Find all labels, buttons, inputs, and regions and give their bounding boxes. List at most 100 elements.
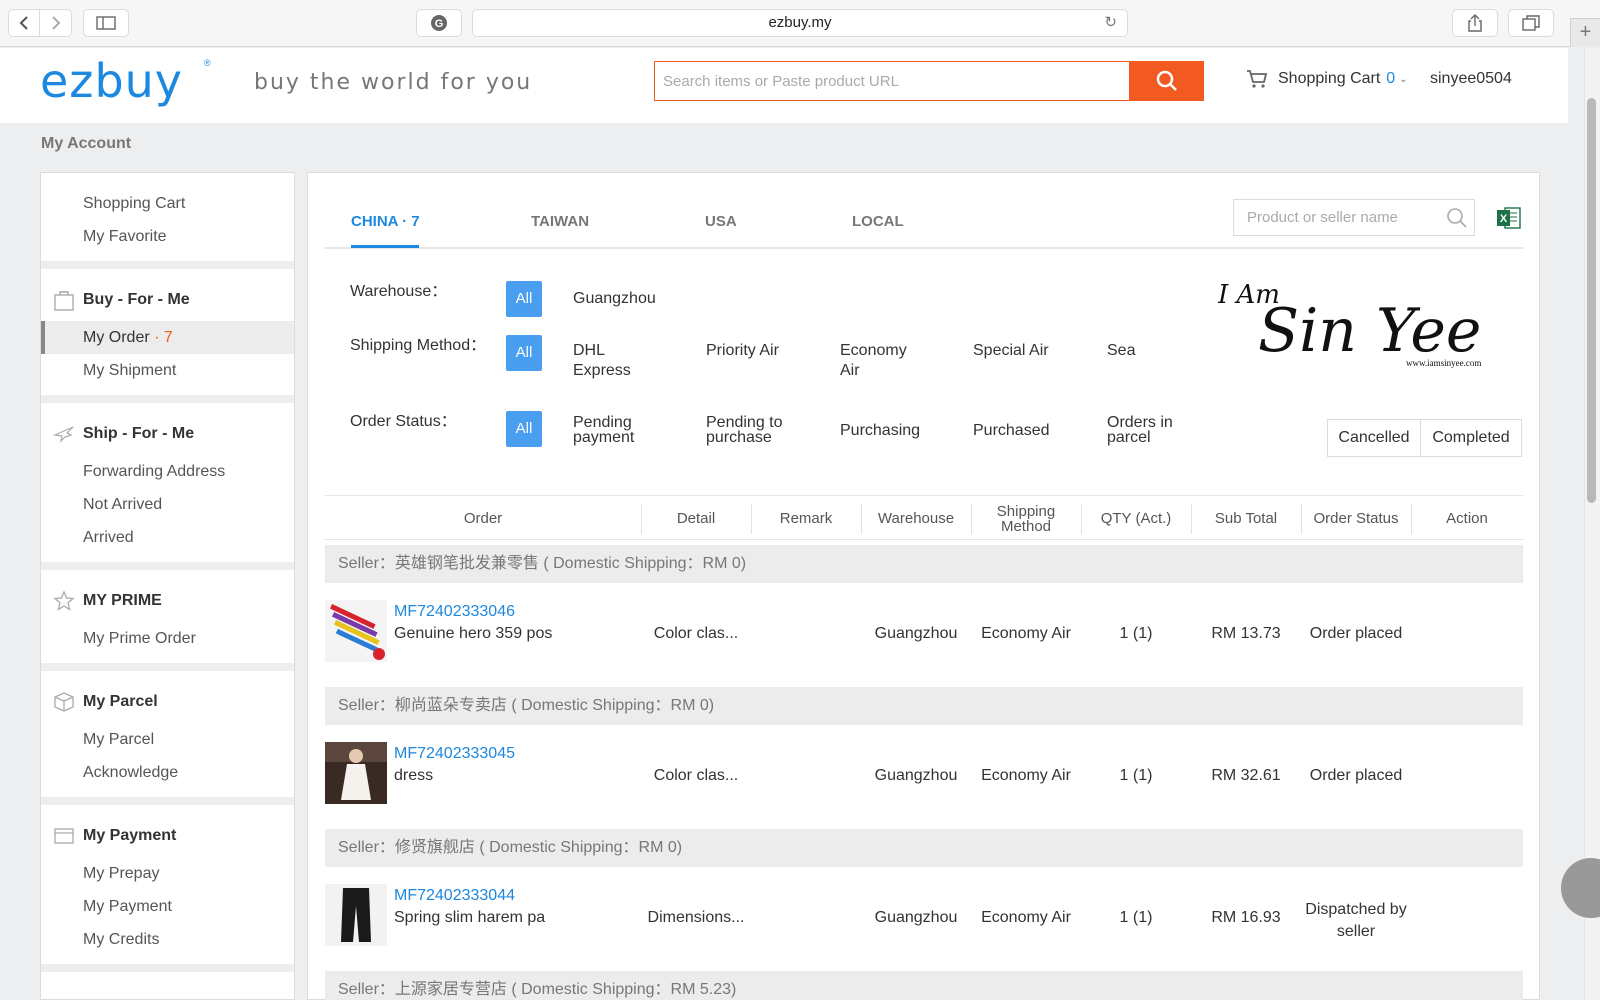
box-icon [54, 692, 74, 712]
site-icon-button[interactable]: G [416, 9, 462, 37]
order-row: MF72402333044 Spring slim harem pa Dimen… [325, 867, 1523, 971]
status-cell: Dispatched by seller [1305, 901, 1407, 940]
cart-count: 0 [1386, 70, 1396, 87]
order-id-link[interactable]: MF72402333045 [394, 745, 515, 763]
sidebar-item-label: My Order [83, 329, 150, 346]
ezbuy-logo[interactable]: ezbuy [40, 54, 183, 108]
cancelled-button[interactable]: Cancelled [1327, 419, 1421, 457]
shipping-option-dhl-express[interactable]: DHL Express [573, 341, 653, 381]
separator-dot: · [154, 329, 164, 346]
seller-row: Seller：上源家居专营店 ( Domestic Shipping：RM 5.… [325, 971, 1523, 1000]
forward-button[interactable] [40, 9, 72, 37]
shipping-all-button[interactable]: All [506, 335, 542, 371]
back-button[interactable] [8, 9, 40, 37]
status-option-orders-in-parcel[interactable]: Orders in parcel [1107, 415, 1187, 446]
browser-toolbar: G ezbuy.my ↻ + [0, 0, 1600, 47]
status-option-purchasing[interactable]: Purchasing [840, 421, 920, 441]
product-thumbnail[interactable] [325, 742, 387, 804]
tabs-overview-button[interactable] [1508, 9, 1554, 37]
order-id-link[interactable]: MF72402333044 [394, 887, 515, 905]
search-icon[interactable] [1446, 207, 1468, 229]
section-title: My Payment [83, 827, 177, 844]
status-option-pending-payment[interactable]: Pending payment [573, 415, 653, 446]
new-tab-button[interactable]: + [1570, 18, 1600, 47]
status-option-purchased[interactable]: Purchased [973, 421, 1050, 441]
registered-mark: ® [204, 58, 211, 68]
sidebar-item-my-parcel[interactable]: My Parcel [41, 723, 294, 756]
tab-china[interactable]: CHINA · 7 [351, 213, 420, 230]
search-button[interactable] [1130, 61, 1204, 101]
column-warehouse: Warehouse [877, 510, 955, 527]
product-name[interactable]: Genuine hero 359 pos [394, 625, 552, 643]
warehouse-all-button[interactable]: All [506, 281, 542, 317]
sidebar-item-not-arrived[interactable]: Not Arrived [41, 488, 294, 521]
address-bar[interactable]: ezbuy.my ↻ [472, 9, 1128, 37]
detail-cell: Dimensions... [647, 909, 745, 926]
sidebar-item-arrived[interactable]: Arrived [41, 521, 294, 554]
sidebar-item-my-favorite[interactable]: My Favorite [41, 220, 294, 253]
column-remark: Remark [779, 510, 833, 527]
signature-big-text: Sin Yee [1258, 296, 1481, 366]
svg-text:X: X [1500, 213, 1508, 225]
status-option-pending-to-purchase[interactable]: Pending to purchase [706, 415, 806, 446]
sidebar-item-my-shipment[interactable]: My Shipment [41, 354, 294, 387]
scrollbar-thumb[interactable] [1587, 98, 1596, 503]
sidebar-item-my-prime-order[interactable]: My Prime Order [41, 622, 294, 655]
svg-text:G: G [435, 18, 444, 30]
order-id-link[interactable]: MF72402333046 [394, 603, 515, 621]
section-my-prime: MY PRIME [41, 580, 294, 622]
product-name[interactable]: Spring slim harem pa [394, 909, 545, 927]
completed-button[interactable]: Completed [1420, 419, 1522, 457]
product-name[interactable]: dress [394, 767, 433, 785]
tab-taiwan[interactable]: TAIWAN [531, 213, 589, 230]
username-link[interactable]: sinyee0504 [1430, 70, 1512, 88]
shopping-cart-link[interactable]: Shopping Cart 0 ⌄ [1246, 69, 1408, 89]
status-all-button[interactable]: All [506, 411, 542, 447]
tab-local[interactable]: LOCAL [852, 213, 904, 230]
tab-usa[interactable]: USA [705, 213, 737, 230]
signature-watermark: I Am Sin Yee www.iamsinyee.com [1218, 280, 1481, 368]
shipping-option-special-air[interactable]: Special Air [973, 341, 1049, 361]
column-qty: QTY (Act.) [1100, 510, 1172, 527]
sidebar-item-acknowledge[interactable]: Acknowledge [41, 756, 294, 789]
sidebar-item-my-prepay[interactable]: My Prepay [41, 857, 294, 890]
status-cell: Order placed [1309, 767, 1403, 784]
product-search-input[interactable] [1233, 199, 1475, 236]
sidebar-item-my-order[interactable]: My Order · 7 [41, 321, 294, 354]
detail-cell: Color clas... [653, 625, 739, 642]
column-action: Action [1446, 510, 1488, 527]
order-status-label: Order Status： [350, 413, 457, 430]
shipping-option-economy-air[interactable]: Economy Air [840, 341, 920, 381]
share-button[interactable] [1452, 9, 1498, 37]
product-thumbnail[interactable] [325, 884, 387, 946]
section-ship-for-me: Ship - For - Me [41, 413, 294, 455]
shipping-cell: Economy Air [981, 625, 1071, 642]
sidebar-item-shopping-cart[interactable]: Shopping Cart [41, 187, 294, 220]
cart-icon [1247, 70, 1268, 88]
sidebar-item-my-payment[interactable]: My Payment [41, 890, 294, 923]
warehouse-cell: Guangzhou [874, 625, 958, 642]
excel-export-icon[interactable]: X [1496, 205, 1522, 231]
orders-table-header: Order Detail Remark Warehouse Shipping M… [325, 495, 1523, 540]
chat-widget-button[interactable] [1561, 858, 1600, 918]
warehouse-option-guangzhou[interactable]: Guangzhou [573, 289, 656, 309]
page-title: My Account [41, 135, 132, 152]
sidebar-item-my-credits[interactable]: My Credits [41, 923, 294, 956]
cart-label: Shopping Cart [1278, 70, 1381, 87]
section-buy-for-me: Buy - For - Me [41, 279, 294, 321]
shipping-option-priority-air[interactable]: Priority Air [706, 341, 779, 361]
reload-icon[interactable]: ↻ [1104, 10, 1117, 36]
search-icon [1156, 70, 1177, 91]
order-count-badge: 7 [163, 329, 173, 346]
column-sub-total: Sub Total [1214, 510, 1278, 527]
detail-cell: Color clas... [653, 767, 739, 784]
column-detail: Detail [676, 510, 716, 527]
shipping-option-sea[interactable]: Sea [1107, 341, 1135, 361]
search-input[interactable] [654, 61, 1130, 101]
section-title: Buy - For - Me [83, 291, 190, 308]
sidebar-item-forwarding-address[interactable]: Forwarding Address [41, 455, 294, 488]
product-thumbnail[interactable] [325, 600, 387, 662]
sidebar-toggle-button[interactable] [83, 9, 129, 37]
warehouse-cell: Guangzhou [874, 909, 958, 926]
section-title: MY PRIME [83, 592, 162, 609]
